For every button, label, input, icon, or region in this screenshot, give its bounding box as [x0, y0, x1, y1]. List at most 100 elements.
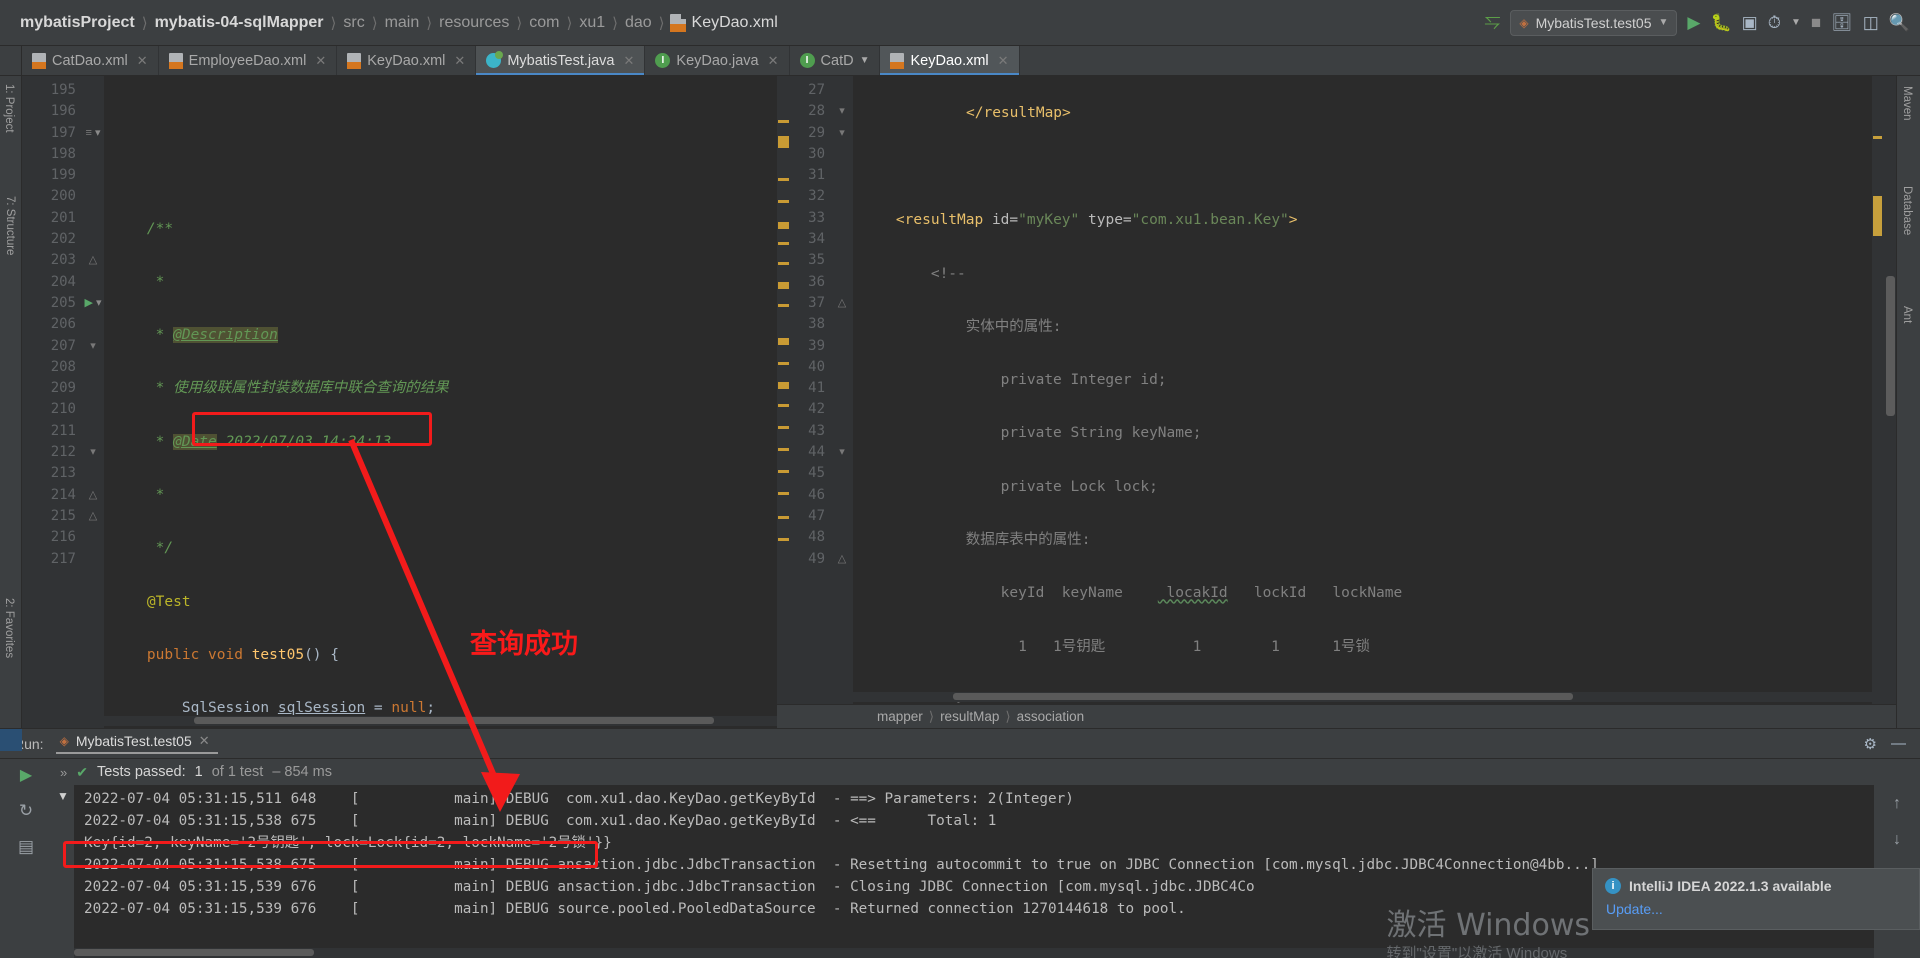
- java-test-file-icon: [486, 51, 504, 68]
- scroll-up-icon[interactable]: ↑: [1893, 795, 1901, 813]
- collapse-icon[interactable]: ▼: [52, 789, 74, 803]
- run-with-coverage-icon[interactable]: ▣: [1742, 13, 1758, 33]
- tab-mybatistest-java[interactable]: MybatisTest.java ✕: [476, 46, 646, 75]
- line-number: 48: [808, 529, 825, 546]
- line-number: 44: [808, 444, 825, 461]
- xml-vertical-scrollbar[interactable]: [1884, 76, 1896, 704]
- sidebar-item-structure[interactable]: 7: Structure: [4, 196, 16, 255]
- expand-icon[interactable]: »: [60, 765, 67, 780]
- sidebar-item-maven[interactable]: Maven: [1901, 86, 1913, 121]
- line-number: 47: [808, 507, 825, 524]
- close-icon[interactable]: ✕: [315, 53, 326, 69]
- breadcrumb-item-7[interactable]: dao: [619, 14, 658, 32]
- close-icon[interactable]: ✕: [768, 53, 779, 69]
- fold-marker-214[interactable]: △: [82, 485, 104, 506]
- console-fold-rail[interactable]: ▼: [0, 729, 74, 958]
- rerun-failed-icon[interactable]: ↻: [19, 801, 33, 821]
- close-icon[interactable]: ✕: [199, 733, 210, 749]
- xml-horizontal-scrollbar[interactable]: [853, 692, 1896, 702]
- java-editor[interactable]: 195 196 197 198 199 200 201 202 203 204 …: [22, 76, 777, 728]
- minimize-icon[interactable]: —: [1891, 735, 1906, 752]
- tab-catdao-xml[interactable]: CatDao.xml ✕: [22, 46, 159, 75]
- line-number: 30: [808, 145, 825, 162]
- close-icon[interactable]: ✕: [454, 53, 465, 69]
- fold-marker-215[interactable]: △: [82, 506, 104, 527]
- notification-header: i IntelliJ IDEA 2022.1.3 available: [1605, 878, 1907, 894]
- fold-marker-29[interactable]: ▾: [831, 123, 853, 144]
- run-icon[interactable]: ▶: [1687, 13, 1700, 33]
- close-icon[interactable]: ✕: [137, 53, 148, 69]
- chevron-down-icon[interactable]: ▼: [860, 55, 870, 66]
- line-number: 202: [50, 231, 76, 248]
- breadcrumb-item-0[interactable]: mybatisProject: [14, 14, 141, 32]
- run-test-gutter-icon[interactable]: ▶ ▾: [82, 293, 104, 314]
- tab-keydao-java[interactable]: I KeyDao.java ✕: [645, 46, 790, 75]
- fold-marker-49[interactable]: △: [831, 549, 853, 570]
- close-icon[interactable]: ✕: [998, 53, 1009, 69]
- sidebar-item-project[interactable]: 1: Project: [3, 84, 15, 133]
- line-number: 217: [50, 550, 76, 567]
- breadcrumb-item-1[interactable]: mybatis-04-sqlMapper: [149, 14, 330, 32]
- line-number: 38: [808, 316, 825, 333]
- build-hammer-icon[interactable]: ⥧: [1484, 11, 1500, 34]
- xml-gutter-icons[interactable]: ▾ ▾ △ ▾ △: [831, 76, 853, 728]
- fold-marker-197[interactable]: ≡ ▾: [82, 123, 104, 144]
- stop-icon[interactable]: ■: [1811, 13, 1821, 33]
- scrollbar-thumb[interactable]: [953, 693, 1573, 700]
- xml-code-area[interactable]: </resultMap> <resultMap id="myKey" type=…: [853, 76, 1896, 728]
- console-horizontal-scrollbar[interactable]: [74, 948, 1874, 958]
- java-horizontal-scrollbar[interactable]: [104, 716, 777, 726]
- xml-breadcrumb-item-association[interactable]: association: [1017, 709, 1085, 724]
- layout-icon[interactable]: ◫: [1863, 13, 1879, 33]
- breadcrumb-item-5[interactable]: com: [523, 14, 565, 32]
- breadcrumb-file[interactable]: KeyDao.xml: [666, 13, 778, 32]
- tab-keydao-xml-1[interactable]: KeyDao.xml ✕: [337, 46, 477, 75]
- xml-error-stripe[interactable]: [1872, 76, 1884, 704]
- gear-icon[interactable]: ⚙: [1864, 735, 1877, 753]
- fold-marker-44[interactable]: ▾: [831, 442, 853, 463]
- chevron-down-icon[interactable]: ▼: [1791, 17, 1801, 28]
- tab-catdao-java[interactable]: I CatD ▼: [790, 46, 881, 75]
- xml-editor[interactable]: 27 28 29 30 31 32 33 34 35 36 37 38 39 4…: [777, 76, 1896, 728]
- run-tab-mybatistest[interactable]: ◈ MybatisTest.test05 ✕: [55, 733, 218, 754]
- breadcrumb-item-6[interactable]: xu1: [573, 14, 611, 32]
- breadcrumb-item-4[interactable]: resources: [433, 14, 515, 32]
- debug-icon[interactable]: 🐛: [1710, 13, 1731, 33]
- search-icon[interactable]: 🔍: [1889, 13, 1910, 33]
- line-number: 36: [808, 273, 825, 290]
- sidebar-item-database[interactable]: Database: [1901, 186, 1913, 235]
- fold-marker-203[interactable]: △: [82, 250, 104, 271]
- rerun-icon[interactable]: ▶: [20, 765, 32, 785]
- notification-popup[interactable]: i IntelliJ IDEA 2022.1.3 available Updat…: [1592, 868, 1920, 930]
- breadcrumb-item-3[interactable]: main: [379, 14, 426, 32]
- sidebar-item-favorites[interactable]: 2: Favorites: [3, 598, 15, 658]
- fold-marker-28[interactable]: ▾: [831, 101, 853, 122]
- xml-breadcrumb-item-mapper[interactable]: mapper: [877, 709, 923, 724]
- sidebar-item-ant[interactable]: Ant: [1901, 306, 1913, 323]
- fold-marker-212[interactable]: ▾: [82, 442, 104, 463]
- tab-employeedao-xml[interactable]: EmployeeDao.xml ✕: [159, 46, 338, 75]
- xml-line-31: private Integer id;: [861, 372, 1167, 389]
- scrollbar-thumb[interactable]: [194, 717, 714, 724]
- line-number: 203: [50, 252, 76, 269]
- fold-marker-207[interactable]: ▾: [82, 336, 104, 357]
- breadcrumb-item-2[interactable]: src: [337, 14, 370, 32]
- run-configuration-selector[interactable]: ◈ MybatisTest.test05 ▼: [1510, 9, 1678, 36]
- profiler-icon[interactable]: ⏱: [1768, 13, 1781, 33]
- idea-window: mybatisProject ⟩ mybatis-04-sqlMapper ⟩ …: [0, 0, 1920, 958]
- scrollbar-thumb[interactable]: [74, 949, 314, 956]
- java-gutter-icons[interactable]: ≡ ▾ △ ▶ ▾ ▾ ▾ △ △: [82, 76, 104, 728]
- xml-breadcrumb-item-resultmap[interactable]: resultMap: [940, 709, 999, 724]
- camera-icon[interactable]: ▤: [18, 837, 34, 857]
- scroll-down-icon[interactable]: ↓: [1893, 831, 1901, 849]
- fold-marker-37[interactable]: △: [831, 293, 853, 314]
- tab-keydao-xml-2[interactable]: KeyDao.xml ✕: [880, 46, 1020, 75]
- notification-update-link[interactable]: Update...: [1606, 901, 1907, 917]
- updates-icon[interactable]: 🗄: [1831, 13, 1853, 33]
- java-code-area[interactable]: /** * * @Description * 使用级联属性封装数据库中联合查询的…: [104, 76, 777, 728]
- close-icon[interactable]: ✕: [624, 53, 635, 69]
